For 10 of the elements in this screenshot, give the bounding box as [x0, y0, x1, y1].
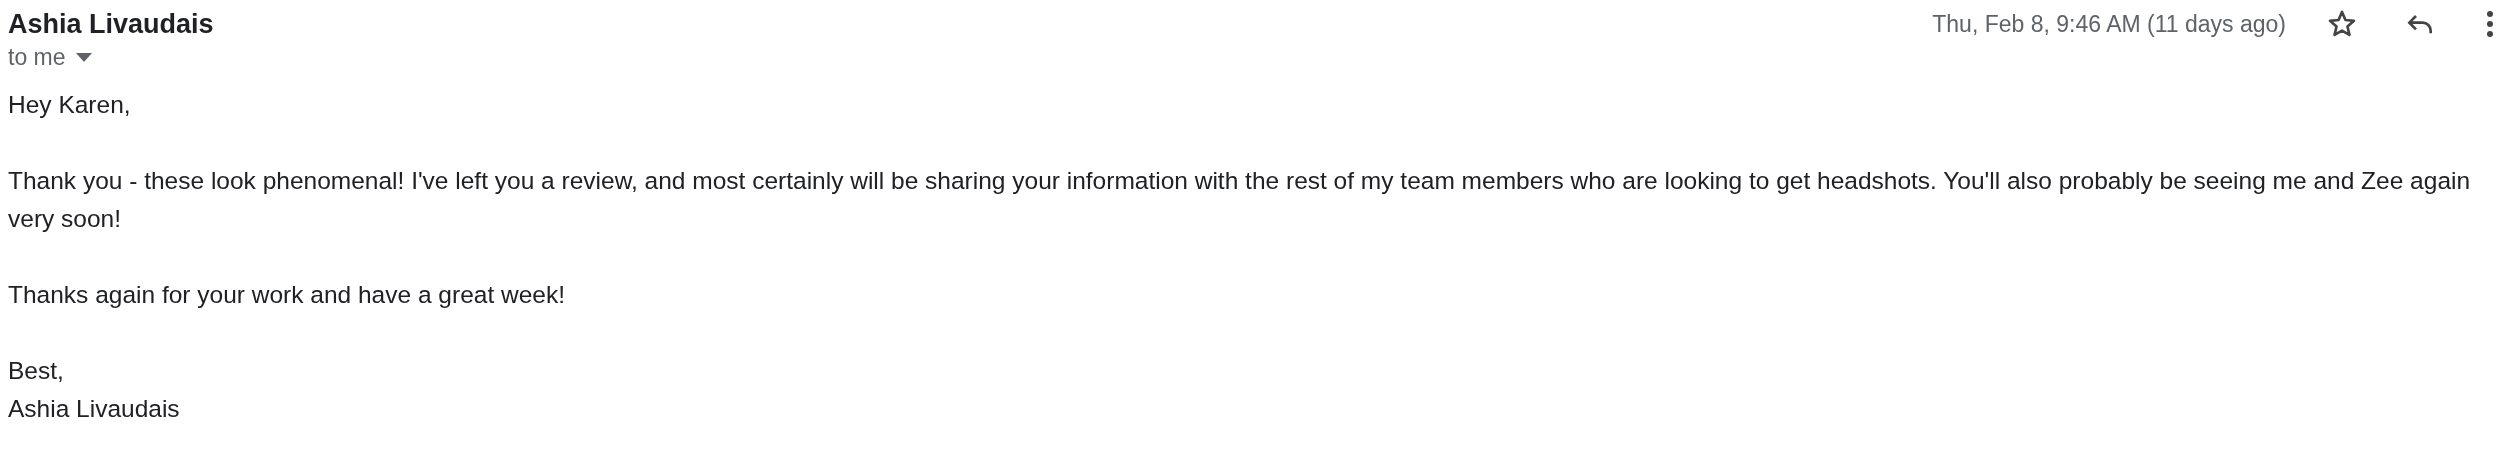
greeting-text: Hey Karen,	[8, 90, 132, 120]
body-paragraph: Thank you - these look phenomenal! I've left you a review, and most certainly will be sharing your information with the rest of my team members who are looking to get headshots. You'll also probably be seeing me and Zee again very soon!	[8, 166, 2472, 234]
signature-line: Best,	[8, 356, 65, 386]
sender-name: Ashia Livaudais	[8, 8, 214, 41]
recipient-dropdown[interactable]: to me	[8, 42, 92, 72]
caret-icon	[75, 52, 92, 62]
message-date: Thu, Feb 8, 9:46 AM (11 days ago)	[1932, 10, 2286, 39]
more-options-icon[interactable]	[2486, 10, 2494, 38]
signature-line: Ashia Livaudais	[8, 394, 181, 424]
body-paragraph: Thanks again for your work and have a great week!	[8, 280, 566, 310]
